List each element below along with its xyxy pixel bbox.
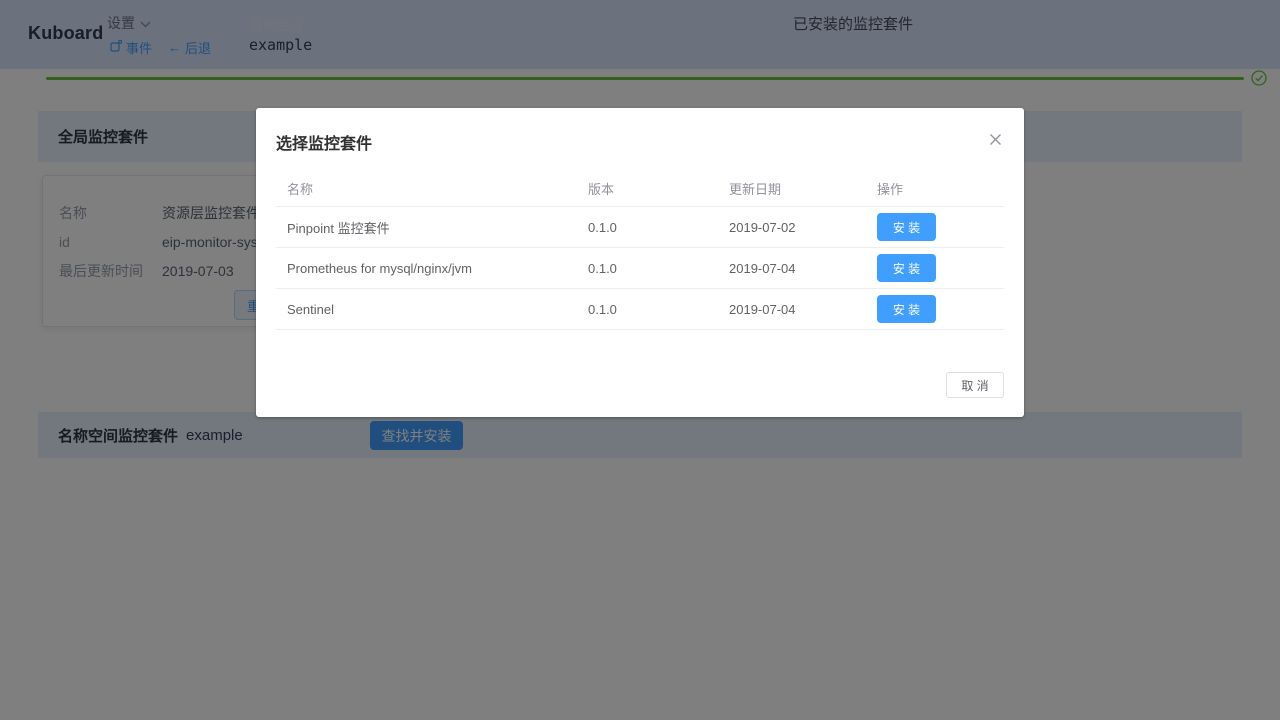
- install-button[interactable]: 安 装: [877, 295, 936, 323]
- col-header-name: 名称: [276, 179, 577, 198]
- suite-version: 0.1.0: [577, 261, 718, 276]
- close-icon[interactable]: [988, 132, 1004, 148]
- suite-version: 0.1.0: [577, 220, 718, 235]
- install-button[interactable]: 安 装: [877, 213, 936, 241]
- col-header-updated: 更新日期: [718, 179, 866, 198]
- table-header-row: 名称 版本 更新日期 操作: [276, 171, 1004, 207]
- select-suite-dialog: 选择监控套件 名称 版本 更新日期 操作 Pinpoint 监控套件 0.1.0…: [256, 108, 1024, 417]
- suite-table: 名称 版本 更新日期 操作 Pinpoint 监控套件 0.1.0 2019-0…: [276, 171, 1004, 330]
- suite-name: Sentinel: [276, 302, 577, 317]
- table-row: Sentinel 0.1.0 2019-07-04 安 装: [276, 289, 1004, 330]
- suite-updated: 2019-07-04: [718, 261, 866, 276]
- cancel-button[interactable]: 取 消: [946, 372, 1004, 398]
- suite-name: Pinpoint 监控套件: [276, 218, 577, 237]
- suite-updated: 2019-07-04: [718, 302, 866, 317]
- table-row: Pinpoint 监控套件 0.1.0 2019-07-02 安 装: [276, 207, 1004, 248]
- suite-version: 0.1.0: [577, 302, 718, 317]
- col-header-action: 操作: [866, 179, 1004, 198]
- dialog-title: 选择监控套件: [276, 130, 372, 154]
- suite-updated: 2019-07-02: [718, 220, 866, 235]
- install-button[interactable]: 安 装: [877, 254, 936, 282]
- table-row: Prometheus for mysql/nginx/jvm 0.1.0 201…: [276, 248, 1004, 289]
- suite-name: Prometheus for mysql/nginx/jvm: [276, 261, 577, 276]
- col-header-version: 版本: [577, 179, 718, 198]
